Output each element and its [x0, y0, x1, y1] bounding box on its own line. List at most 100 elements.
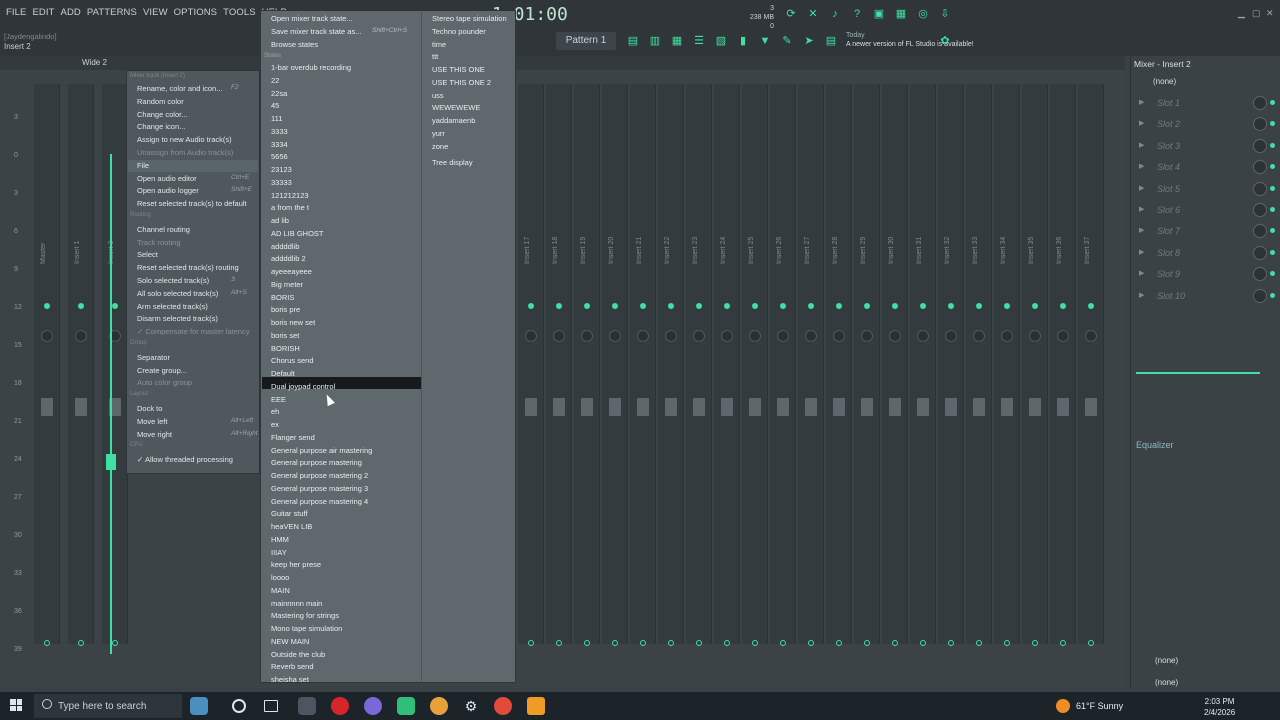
preset-item[interactable]: loooo: [271, 573, 289, 582]
strip-knob[interactable]: [553, 330, 565, 342]
weather-text[interactable]: 61°F Sunny: [1076, 701, 1123, 711]
strip-fader[interactable]: [665, 398, 677, 416]
strip-fader[interactable]: [805, 398, 817, 416]
eq-curve[interactable]: [1136, 372, 1260, 374]
mixer-strip[interactable]: Insert 26: [770, 84, 796, 646]
strip-dot[interactable]: [864, 640, 870, 646]
slot-enable-led[interactable]: [1270, 271, 1275, 277]
minimize-icon[interactable]: ▁: [1238, 8, 1245, 19]
fx-slot[interactable]: ▶ Slot 9: [1137, 265, 1277, 285]
mixer-strip[interactable]: Insert 28: [826, 84, 852, 646]
fx-slot[interactable]: ▶ Slot 7: [1137, 222, 1277, 242]
strip-dot[interactable]: [976, 640, 982, 646]
expand-arrow-icon[interactable]: ▶: [1139, 291, 1144, 299]
strip-knob[interactable]: [525, 330, 537, 342]
shop-icon[interactable]: ▤: [824, 34, 838, 48]
preset-item[interactable]: Chorus send: [271, 356, 314, 365]
preset-item[interactable]: General purpose mastering 2: [271, 471, 368, 480]
mixer-strip[interactable]: Insert 17: [518, 84, 544, 646]
fx-slot[interactable]: ▶ Slot 6: [1137, 201, 1277, 221]
preset-item[interactable]: uss: [432, 91, 444, 100]
preset-item[interactable]: AD LIB GHOST: [271, 229, 324, 238]
mixer-strip[interactable]: Insert 29: [854, 84, 880, 646]
preset-item[interactable]: Dual joypad control: [271, 382, 335, 391]
menu-item-open-audio-editor[interactable]: Open audio editor Ctrl+E: [137, 174, 249, 183]
mixer-strip[interactable]: Insert 32: [938, 84, 964, 646]
preset-item[interactable]: 33333: [271, 178, 292, 187]
mixer-strip[interactable]: Insert 33: [966, 84, 992, 646]
menu-item-compensate-for-master-latency[interactable]: ✓ Compensate for master latency: [137, 327, 250, 336]
strip-knob[interactable]: [889, 330, 901, 342]
mic-icon[interactable]: ♪: [828, 7, 842, 21]
preset-item[interactable]: ad lib: [271, 216, 289, 225]
strip-knob[interactable]: [637, 330, 649, 342]
menu-view[interactable]: VIEW: [143, 7, 168, 18]
preset-item[interactable]: 22: [271, 76, 279, 85]
piano-roll-icon[interactable]: ▥: [648, 34, 662, 48]
strip-dot[interactable]: [668, 640, 674, 646]
preset-item[interactable]: General purpose mastering: [271, 458, 362, 467]
strip-dot[interactable]: [1032, 640, 1038, 646]
strip-fader[interactable]: [721, 398, 733, 416]
preset-item[interactable]: General purpose air mastering: [271, 446, 372, 455]
preset-item[interactable]: yurr: [432, 129, 445, 138]
preset-item[interactable]: BORIS: [271, 293, 294, 302]
preset-item[interactable]: General purpose mastering 4: [271, 497, 368, 506]
plugin-icon[interactable]: ▦: [894, 7, 908, 21]
strip-dot[interactable]: [780, 640, 786, 646]
strip-fader[interactable]: [945, 398, 957, 416]
strip-dot[interactable]: [612, 640, 618, 646]
mixer-strip[interactable]: Insert 37: [1078, 84, 1104, 646]
cortana-icon[interactable]: [232, 699, 246, 713]
slot-mix-knob[interactable]: [1253, 160, 1267, 175]
mixer-strip[interactable]: Insert 21: [630, 84, 656, 646]
preset-item[interactable]: USE THIS ONE: [432, 65, 485, 74]
strip-dot[interactable]: [920, 640, 926, 646]
strip-dot[interactable]: [528, 640, 534, 646]
preset-item[interactable]: Mastering for strings: [271, 611, 339, 620]
menu-item-allow-threaded-processing[interactable]: ✓ Allow threaded processing: [137, 455, 233, 464]
plugin-picker-icon[interactable]: ▮: [736, 34, 750, 48]
strip-dot[interactable]: [1060, 640, 1066, 646]
strip-dot[interactable]: [752, 640, 758, 646]
slot-mix-knob[interactable]: [1253, 117, 1267, 132]
strip-knob[interactable]: [609, 330, 621, 342]
preset-item[interactable]: Reverb send: [271, 662, 314, 671]
preset-item[interactable]: addddlib 2: [271, 254, 306, 263]
slot-mix-knob[interactable]: [1253, 224, 1267, 239]
menu-item-change-color[interactable]: Change color...: [137, 110, 187, 119]
opera-icon[interactable]: [331, 697, 349, 715]
preset-item[interactable]: yaddamaenb: [432, 116, 475, 125]
preset-item[interactable]: Guitar stuff: [271, 509, 308, 518]
menu-item-track-routing[interactable]: Track routing: [137, 238, 181, 247]
preset-item[interactable]: 5656: [271, 152, 288, 161]
preset-item[interactable]: Big meter: [271, 280, 303, 289]
expand-arrow-icon[interactable]: ▶: [1139, 119, 1144, 127]
arrow-icon[interactable]: ➤: [802, 34, 816, 48]
preset-item[interactable]: keep her prese: [271, 560, 321, 569]
mixer-strip[interactable]: Insert 25: [742, 84, 768, 646]
preset-item[interactable]: eh: [271, 407, 279, 416]
strip-fader[interactable]: [777, 398, 789, 416]
preset-item[interactable]: Flanger send: [271, 433, 315, 442]
preset-item[interactable]: IIIAY: [271, 548, 287, 557]
channel-rack-icon[interactable]: ▦: [670, 34, 684, 48]
expand-arrow-icon[interactable]: ▶: [1139, 162, 1144, 170]
expand-arrow-icon[interactable]: ▶: [1139, 98, 1144, 106]
strip-knob[interactable]: [1057, 330, 1069, 342]
slot-enable-led[interactable]: [1270, 100, 1275, 105]
slot-enable-led[interactable]: [1270, 249, 1275, 255]
slot-enable-led[interactable]: [1270, 164, 1275, 170]
preset-item[interactable]: boris new set: [271, 318, 315, 327]
strip-fader[interactable]: [609, 398, 621, 416]
fx-slot[interactable]: ▶ Slot 3: [1137, 137, 1277, 157]
menu-item-solo-selected-track-s[interactable]: Solo selected track(s) S: [137, 276, 235, 285]
strip-fader[interactable]: [833, 398, 845, 416]
slot-mix-knob[interactable]: [1253, 288, 1267, 303]
fx-slot[interactable]: ▶ Slot 10: [1137, 287, 1277, 307]
menu-item-open-mixer-track-state[interactable]: Open mixer track state...: [271, 14, 353, 23]
strip-knob[interactable]: [665, 330, 677, 342]
strip-dot[interactable]: [112, 640, 118, 646]
mixer-strip[interactable]: Insert 34: [994, 84, 1020, 646]
slot-mix-knob[interactable]: [1253, 245, 1267, 260]
